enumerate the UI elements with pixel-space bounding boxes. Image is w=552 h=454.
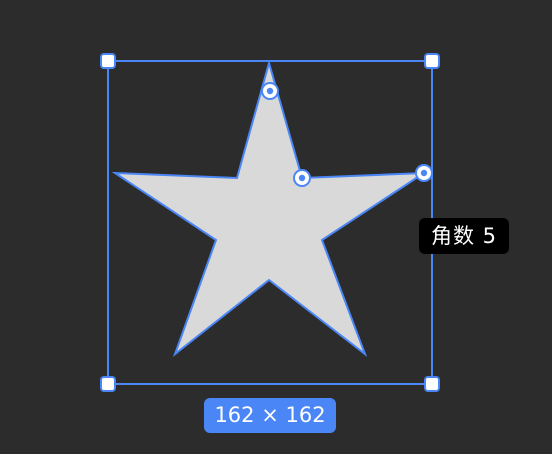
inner-ratio-handle[interactable] xyxy=(293,169,311,187)
point-count-handle[interactable] xyxy=(415,164,433,182)
star-shape[interactable] xyxy=(111,59,428,357)
dimensions-badge: 162 × 162 xyxy=(204,398,336,433)
resize-handle-bottom-right[interactable] xyxy=(424,376,440,392)
resize-handle-top-left[interactable] xyxy=(100,53,116,69)
corner-radius-handle[interactable] xyxy=(261,82,279,100)
design-canvas[interactable]: 角数 5 162 × 162 xyxy=(0,0,552,454)
point-count-tooltip: 角数 5 xyxy=(419,218,510,254)
resize-handle-top-right[interactable] xyxy=(424,53,440,69)
resize-handle-bottom-left[interactable] xyxy=(100,376,116,392)
